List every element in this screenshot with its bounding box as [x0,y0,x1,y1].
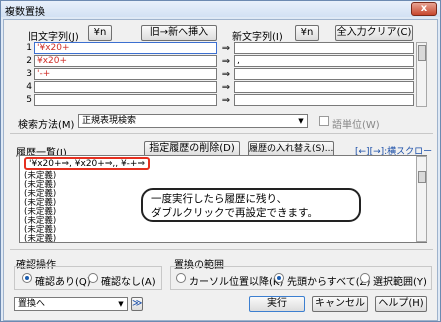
new-newline-button[interactable]: ¥n [295,25,319,41]
chevron-down-icon: ▼ [298,117,304,125]
divider [10,133,433,134]
search-method-value: 正規表現検索 [82,116,137,126]
range-selection-label: 選択範囲(Y) [373,277,427,288]
range-all-radio[interactable] [274,273,284,283]
row-number: 1 [26,43,32,53]
new-string-label: 新文字列(I) [232,32,283,43]
confirm-yes-label: 確認あり(Q) [35,277,91,288]
history-item[interactable]: (未定義) [24,199,56,208]
history-item[interactable]: (未定義) [24,208,56,217]
arrow-icon: ⇒ [221,56,231,67]
cancel-button[interactable]: キャンセル [312,296,368,312]
history-item[interactable]: (未定義) [24,217,56,226]
history-item[interactable]: (未定義) [24,172,56,181]
insert-old-to-new-button[interactable]: 旧→新へ挿入 [141,25,217,41]
history-item[interactable]: (未定義) [24,235,56,244]
divider [10,249,433,250]
search-method-label: 検索方法(M) [18,120,75,131]
rows-scrollbar[interactable] [416,42,427,107]
old-string-input-5[interactable] [34,94,217,106]
history-item[interactable]: (未定義) [24,226,56,235]
new-string-input-2[interactable]: , [234,55,414,67]
old-string-input-4[interactable] [34,81,217,93]
range-all-label: 先頭からすべて(Z) [287,277,371,288]
arrow-icon: ⇒ [221,69,231,80]
row-number: 2 [26,56,32,66]
arrow-icon: ⇒ [221,82,231,93]
callout-annotation: 一度実行したら履歴に残り、 ダブルクリックで再設定できます。 [141,188,361,222]
chevron-down-icon: ▼ [118,300,124,308]
old-newline-button[interactable]: ¥n [88,25,112,41]
word-unit-label: 語単位(W) [332,120,380,131]
help-button[interactable]: ヘルプ(H) [375,296,427,312]
confirm-no-radio[interactable] [88,273,98,283]
scrollbar-thumb[interactable] [418,171,426,183]
close-button[interactable]: x [411,2,437,16]
expand-button[interactable]: ≫ [131,297,143,311]
arrow-icon: ⇒ [221,95,231,106]
row-number: 5 [26,95,32,105]
history-item[interactable]: (未定義) [24,181,56,190]
run-button[interactable]: 実行 [249,296,305,312]
new-string-input-3[interactable] [234,68,414,80]
range-selection-radio[interactable] [360,273,370,283]
new-string-input-1[interactable] [234,42,414,54]
new-string-input-5[interactable] [234,94,414,106]
search-method-select[interactable]: 正規表現検索 ▼ [78,114,308,128]
mode-select-value: 置換へ [18,299,46,309]
old-string-input-2[interactable]: ¥x20+ [34,55,217,67]
scrollbar-thumb[interactable] [418,45,426,61]
history-item-selected[interactable]: '¥x20+⇒, ¥x20+⇒,, ¥-+⇒ [24,157,151,170]
old-string-input-1[interactable]: '¥x20+ [34,42,217,54]
row-number: 4 [26,82,32,92]
callout-line-2: ダブルクリックで再設定できます。 [151,207,318,219]
new-string-input-4[interactable] [234,81,414,93]
confirm-no-label: 確認なし(A) [101,277,156,288]
row-number: 3 [26,69,32,79]
title-bar: 複数置換 x [1,1,440,18]
dialog-body: 旧文字列(J) ¥n 旧→新へ挿入 新文字列(I) ¥n 全入力クリア(C) 1… [3,19,438,321]
callout-line-1: 一度実行したら履歴に残り、 [151,193,288,205]
old-string-label: 旧文字列(J) [28,32,79,43]
history-scrollbar[interactable] [416,156,427,242]
clear-all-button[interactable]: 全入力クリア(C) [335,25,413,41]
range-cursor-radio[interactable] [176,273,186,283]
word-unit-checkbox[interactable] [319,116,329,126]
replace-dialog: 複数置換 x 旧文字列(J) ¥n 旧→新へ挿入 新文字列(I) ¥n 全入力ク… [0,0,441,322]
history-item[interactable]: (未定義) [24,190,56,199]
mode-select[interactable]: 置換へ ▼ [14,297,128,311]
range-cursor-label: カーソル位置以降(K) [189,277,284,288]
confirm-yes-radio[interactable] [22,273,32,283]
arrow-icon: ⇒ [221,43,231,54]
old-string-input-3[interactable]: '-+ [34,68,217,80]
window-title: 複数置換 [5,7,45,18]
